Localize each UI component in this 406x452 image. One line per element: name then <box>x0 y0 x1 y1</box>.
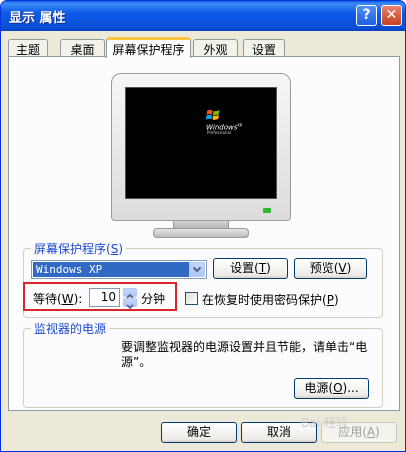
preview-screen <box>125 87 277 199</box>
spin-down-icon[interactable] <box>123 298 137 310</box>
power-description-line2: 源”。 <box>121 355 152 369</box>
monitor-power-group-label: 监视器的电源 <box>31 320 110 337</box>
xp-edition-text: Professional <box>207 130 232 135</box>
screensaver-dropdown-value: Windows XP <box>33 262 189 277</box>
tab-appearance[interactable]: 外观 <box>193 39 238 57</box>
screensaver-dropdown[interactable]: Windows XP <box>31 260 207 279</box>
password-checkbox[interactable] <box>185 292 198 305</box>
wait-label: 等待(W): <box>33 292 83 306</box>
monitor-stand-base <box>153 228 249 238</box>
minutes-unit-label: 分钟 <box>141 292 166 306</box>
power-led-icon <box>263 208 271 213</box>
preview-button[interactable]: 预览(V) <box>294 258 367 279</box>
windows-flag-icon <box>206 109 220 120</box>
power-button[interactable]: 电源(O)... <box>294 378 369 399</box>
window-title: 显示 属性 <box>9 11 66 26</box>
power-description-line1: 要调整监视器的电源设置并且节能，请单击“电 <box>121 340 368 354</box>
password-label[interactable]: 在恢复时使用密码保护(P) <box>202 291 339 308</box>
baidu-watermark: Bai 经验 <box>301 416 348 430</box>
tab-settings[interactable]: 设置 <box>243 39 285 57</box>
title-bar[interactable]: 显示 属性 ? ✕ <box>1 1 405 31</box>
help-button[interactable]: ? <box>356 5 377 26</box>
wait-minutes-input[interactable]: 10 <box>89 288 120 307</box>
tab-theme[interactable]: 主题 <box>8 39 48 57</box>
screensaver-group-label: 屏幕保护程序(S) <box>31 240 127 257</box>
close-button[interactable]: ✕ <box>381 5 402 26</box>
spin-up-icon[interactable] <box>123 288 137 299</box>
chevron-down-icon[interactable] <box>189 262 205 277</box>
tab-strip: 主题 桌面 屏幕保护程序 外观 设置 <box>8 37 400 58</box>
display-properties-window: 显示 属性 ? ✕ 主题 桌面 屏幕保护程序 外观 设置 Windowsxp P… <box>0 0 406 452</box>
tab-desktop[interactable]: 桌面 <box>60 39 105 57</box>
settings-button[interactable]: 设置(T) <box>213 258 288 279</box>
tab-screensaver[interactable]: 屏幕保护程序 <box>106 37 191 58</box>
ok-button[interactable]: 确定 <box>161 422 237 443</box>
